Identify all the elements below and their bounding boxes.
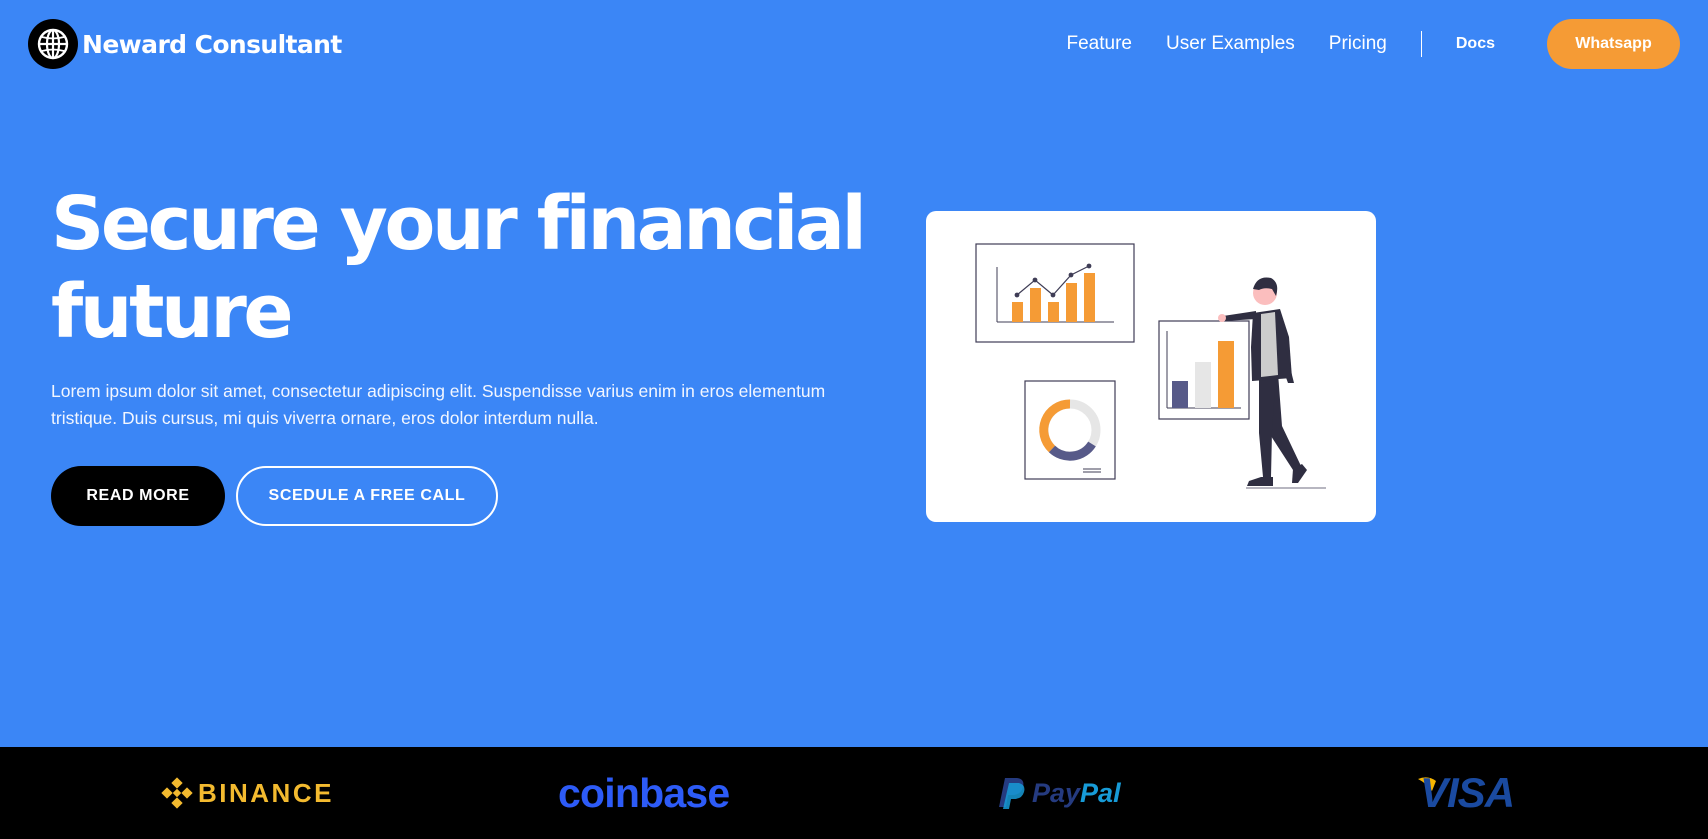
- hero-title-line-2: future: [51, 269, 294, 355]
- chart-bar-5: [1084, 273, 1095, 322]
- chart-point-4: [1068, 272, 1074, 278]
- visa-wordmark: VISA: [1420, 769, 1515, 816]
- binance-diamond-icon: [161, 777, 193, 809]
- hero-buttons: READ MORE SCEDULE A FREE CALL: [51, 466, 498, 526]
- schedule-call-button[interactable]: SCEDULE A FREE CALL: [236, 466, 498, 526]
- board-bar-3: [1218, 341, 1234, 408]
- nav-links: Feature User Examples Pricing Docs Whats…: [1066, 19, 1680, 69]
- binance-logo: BINANCE: [160, 747, 334, 839]
- coinbase-logo: coinbase: [558, 747, 730, 839]
- chart-point-3: [1050, 292, 1056, 298]
- board-bar-2: [1195, 362, 1211, 408]
- paypal-logo: PayPal: [998, 747, 1121, 839]
- nav-link-docs[interactable]: Docs: [1456, 35, 1495, 53]
- visa-logo: VISA: [1418, 747, 1515, 839]
- board-bar-1: [1172, 381, 1188, 408]
- chart-point-5: [1086, 263, 1092, 269]
- chart-bar-3: [1048, 302, 1059, 322]
- donut-chart-frame: [1024, 380, 1116, 480]
- chart-point-1: [1014, 292, 1020, 298]
- chart-bar-1: [1012, 302, 1023, 322]
- nav-divider: [1420, 31, 1422, 57]
- brand-link[interactable]: Neward Consultant: [28, 19, 342, 69]
- nav-link-user-examples[interactable]: User Examples: [1166, 33, 1295, 55]
- paypal-p-icon: [999, 778, 1025, 809]
- nav-link-pricing[interactable]: Pricing: [1329, 33, 1387, 55]
- globe-icon: [28, 19, 78, 69]
- hero-title-line-1: Secure your financial: [51, 181, 867, 267]
- chart-bar-4: [1066, 283, 1077, 322]
- hero-illustration-card: [926, 211, 1376, 522]
- nav-link-feature[interactable]: Feature: [1066, 33, 1131, 55]
- paypal-pal-text: Pal: [1080, 777, 1121, 808]
- chart-bar-2: [1030, 288, 1041, 322]
- coinbase-wordmark: coinbase: [558, 769, 730, 816]
- binance-wordmark: BINANCE: [198, 777, 334, 808]
- paypal-wordmark: PayPal: [1032, 778, 1121, 809]
- read-more-button[interactable]: READ MORE: [51, 466, 225, 526]
- paypal-pay-text: Pay: [1032, 777, 1081, 808]
- whatsapp-button[interactable]: Whatsapp: [1547, 19, 1680, 69]
- partner-logos-bar: BINANCE coinbase PayPal VISA: [0, 747, 1708, 839]
- hero-description: Lorem ipsum dolor sit amet, consectetur …: [51, 381, 826, 428]
- brand-name: Neward Consultant: [82, 29, 342, 59]
- financial-analytics-illustration: [975, 243, 1326, 489]
- chart-point-2: [1032, 277, 1038, 283]
- top-navigation: Neward Consultant Feature User Examples …: [0, 0, 1708, 88]
- hero-title: Secure your financial future: [51, 180, 891, 356]
